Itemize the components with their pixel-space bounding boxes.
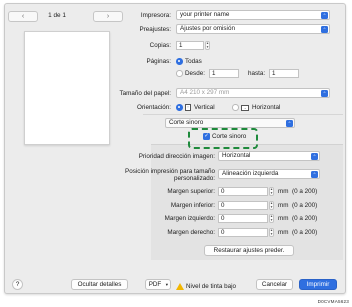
- print-dialog-screenshot: ‹ 1 de 1 › Impresora: your printer name …: [0, 0, 352, 307]
- pages-all-label: Todas: [185, 58, 202, 65]
- previous-page-button[interactable]: ‹: [8, 11, 38, 22]
- printer-value: your printer name: [180, 11, 230, 18]
- print-position-label-line2: personalizado:: [174, 175, 215, 182]
- pages-range-radio[interactable]: [176, 70, 183, 77]
- checkmark-icon: ✓: [204, 133, 209, 139]
- margin-bottom-stepper[interactable]: ▴ ▾: [269, 201, 274, 210]
- page-preview: [24, 31, 110, 145]
- margin-left-stepper[interactable]: ▴ ▾: [269, 214, 274, 223]
- next-page-button[interactable]: ›: [93, 11, 123, 22]
- orientation-horizontal-radio[interactable]: [232, 104, 239, 111]
- help-button[interactable]: ?: [12, 279, 23, 290]
- printer-popup[interactable]: your printer name ⌃: [176, 10, 330, 20]
- warning-icon: [176, 283, 184, 290]
- print-position-label: Posición impresión para tamaño personali…: [125, 168, 215, 182]
- section-divider: [143, 114, 343, 115]
- presets-popup[interactable]: Ajustes por omisión ⌃: [176, 24, 330, 34]
- paper-size-label: Tamaño del papel:: [119, 90, 171, 97]
- question-icon: ?: [15, 281, 20, 288]
- image-direction-value: Horizontal: [222, 152, 251, 159]
- margin-right-field[interactable]: 0: [218, 228, 268, 237]
- section-popup[interactable]: Corte sinoro ⌃: [165, 118, 295, 128]
- chevron-updown-icon: ⌃: [311, 153, 318, 160]
- margin-left-label: Margen izquierdo:: [164, 215, 215, 222]
- figure-code: D0CVMA5623: [317, 299, 349, 304]
- chevron-left-icon: ‹: [21, 13, 25, 20]
- chevron-down-icon: ▾: [165, 282, 168, 287]
- pages-all-radio[interactable]: [176, 58, 183, 65]
- cancel-button[interactable]: Cancelar: [256, 279, 293, 290]
- copies-field[interactable]: 1: [176, 41, 204, 50]
- margin-bottom-unit: mm: [278, 202, 289, 209]
- restore-defaults-button[interactable]: Restaurar ajustes preder.: [204, 245, 294, 256]
- pages-from-field[interactable]: 1: [209, 69, 239, 78]
- margin-top-field[interactable]: 0: [218, 187, 268, 196]
- landscape-page-icon: →: [241, 105, 249, 111]
- margin-bottom-label: Margen inferior:: [170, 202, 215, 209]
- paper-size-popup[interactable]: A4 210 x 297 mm ⌃: [176, 88, 330, 98]
- orientation-horizontal-label: Horizontal: [252, 104, 281, 111]
- margin-right-label: Margen derecho:: [167, 229, 215, 236]
- orientation-label: Orientación:: [137, 104, 171, 111]
- margin-bottom-range: (0 a 200): [292, 202, 318, 209]
- hide-details-button[interactable]: Ocultar detalles: [71, 279, 128, 290]
- pdf-label: PDF: [148, 281, 162, 288]
- ink-warning-text: Nivel de tinta bajo: [186, 283, 237, 290]
- pages-label: Páginas:: [146, 58, 171, 65]
- print-button[interactable]: Imprimir: [299, 279, 337, 290]
- chevron-updown-icon: ⌃: [321, 26, 328, 33]
- chevron-updown-icon: ⌃: [311, 171, 318, 178]
- copies-stepper[interactable]: ▴ ▾: [205, 41, 210, 50]
- margin-top-label: Margen superior:: [167, 188, 215, 195]
- orientation-vertical-radio[interactable]: [176, 104, 183, 111]
- section-popup-value: Corte sinoro: [169, 119, 204, 126]
- chevron-updown-icon: ⌃: [321, 12, 328, 19]
- portrait-page-icon: ↑: [185, 104, 191, 111]
- paper-size-value: A4 210 x 297 mm: [180, 89, 230, 96]
- pdf-menu-button[interactable]: PDF ▾: [145, 279, 171, 290]
- orientation-vertical-label: Vertical: [194, 104, 215, 111]
- margin-top-stepper[interactable]: ▴ ▾: [269, 187, 274, 196]
- image-direction-label: Prioridad dirección imagen:: [138, 153, 215, 160]
- printer-label: Impresora:: [140, 12, 171, 19]
- cut-checkbox-label: Corte sinoro: [212, 133, 247, 140]
- pages-to-label: hasta:: [248, 70, 266, 77]
- print-dialog: ‹ 1 de 1 › Impresora: your printer name …: [4, 3, 346, 294]
- print-position-popup[interactable]: Alineación izquierda ⌃: [218, 169, 320, 179]
- cut-checkbox[interactable]: ✓: [203, 133, 210, 140]
- margin-bottom-field[interactable]: 0: [218, 201, 268, 210]
- page-position: 1 de 1: [48, 12, 66, 19]
- margin-right-unit: mm: [278, 229, 289, 236]
- presets-label: Preajustes:: [139, 26, 172, 33]
- chevron-updown-icon: ⌃: [321, 90, 328, 97]
- margin-left-field[interactable]: 0: [218, 214, 268, 223]
- margin-right-range: (0 a 200): [292, 229, 318, 236]
- margin-left-unit: mm: [278, 215, 289, 222]
- margin-top-unit: mm: [278, 188, 289, 195]
- presets-value: Ajustes por omisión: [180, 25, 235, 32]
- margin-left-range: (0 a 200): [292, 215, 318, 222]
- print-position-value: Alineación izquierda: [222, 170, 279, 177]
- chevron-updown-icon: ⌃: [286, 120, 293, 127]
- margin-right-stepper[interactable]: ▴ ▾: [269, 228, 274, 237]
- margin-top-range: (0 a 200): [292, 188, 318, 195]
- print-position-label-line1: Posición impresión para tamaño: [125, 168, 215, 175]
- image-direction-popup[interactable]: Horizontal ⌃: [218, 151, 320, 161]
- copies-label: Copias:: [149, 42, 171, 49]
- pages-to-field[interactable]: 1: [269, 69, 299, 78]
- chevron-right-icon: ›: [106, 13, 110, 20]
- pages-from-label: Desde:: [185, 70, 205, 77]
